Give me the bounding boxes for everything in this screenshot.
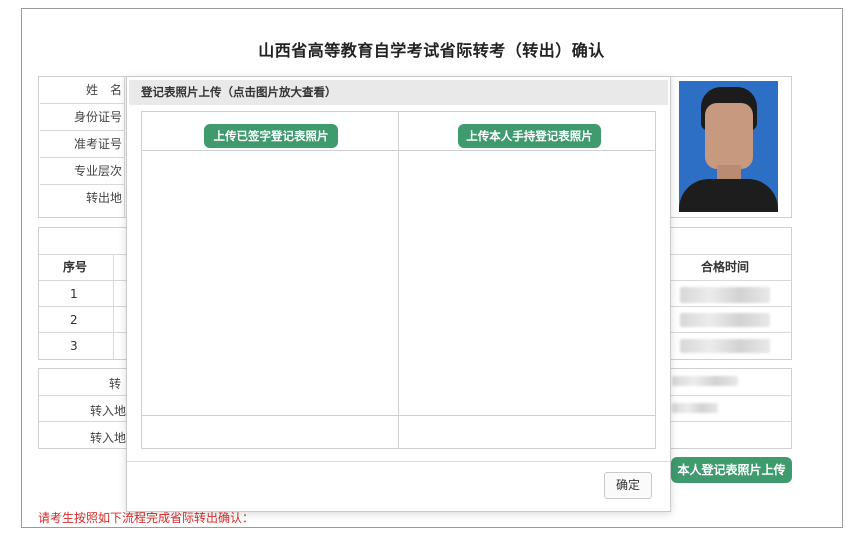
upload-holding-form-button[interactable]: 上传本人手持登记表照片 (458, 124, 601, 148)
transfer-label-destination: 转入地 (89, 404, 126, 418)
candidate-photo (679, 81, 778, 212)
blurred-pass-time (680, 287, 770, 303)
info-label-major-level: 专业层次 (40, 158, 124, 185)
upload-signed-form-button[interactable]: 上传已签字登记表照片 (204, 124, 338, 148)
scores-column-divider (113, 254, 114, 359)
blurred-value (672, 403, 718, 413)
blurred-pass-time (680, 339, 770, 353)
info-label-name: 姓 名 (40, 77, 124, 104)
table-row: 1 (70, 287, 78, 301)
scores-header-seq: 序号 (63, 260, 88, 274)
transfer-label: 转 (108, 377, 121, 391)
table-row: 2 (70, 313, 78, 327)
page-title: 山西省高等教育自学考试省际转考（转出）确认 (258, 41, 605, 60)
upload-own-form-photo-button[interactable]: 本人登记表照片上传 (671, 457, 792, 483)
signed-form-preview-area[interactable] (143, 151, 397, 414)
blurred-pass-time (680, 313, 770, 327)
scores-header-pass-time: 合格时间 (701, 260, 750, 274)
blurred-value (672, 376, 738, 386)
transfer-label-destination-2: 转入地 (89, 431, 126, 445)
info-label-exam-number: 准考证号 (40, 131, 124, 158)
photo-upload-dialog: 登记表照片上传（点击图片放大查看） 上传已签字登记表照片 上传本人手持登记表照片… (126, 76, 671, 512)
holding-form-preview-area[interactable] (400, 151, 654, 414)
dialog-title: 登记表照片上传（点击图片放大查看） (129, 80, 668, 105)
upload-grid: 上传已签字登记表照片 上传本人手持登记表照片 (141, 111, 656, 449)
table-row: 3 (70, 339, 78, 353)
dialog-footer-divider (127, 461, 670, 462)
ok-button[interactable]: 确定 (604, 472, 652, 499)
info-label-id: 身份证号 (40, 104, 124, 131)
info-label-origin: 转出地 (85, 191, 122, 205)
